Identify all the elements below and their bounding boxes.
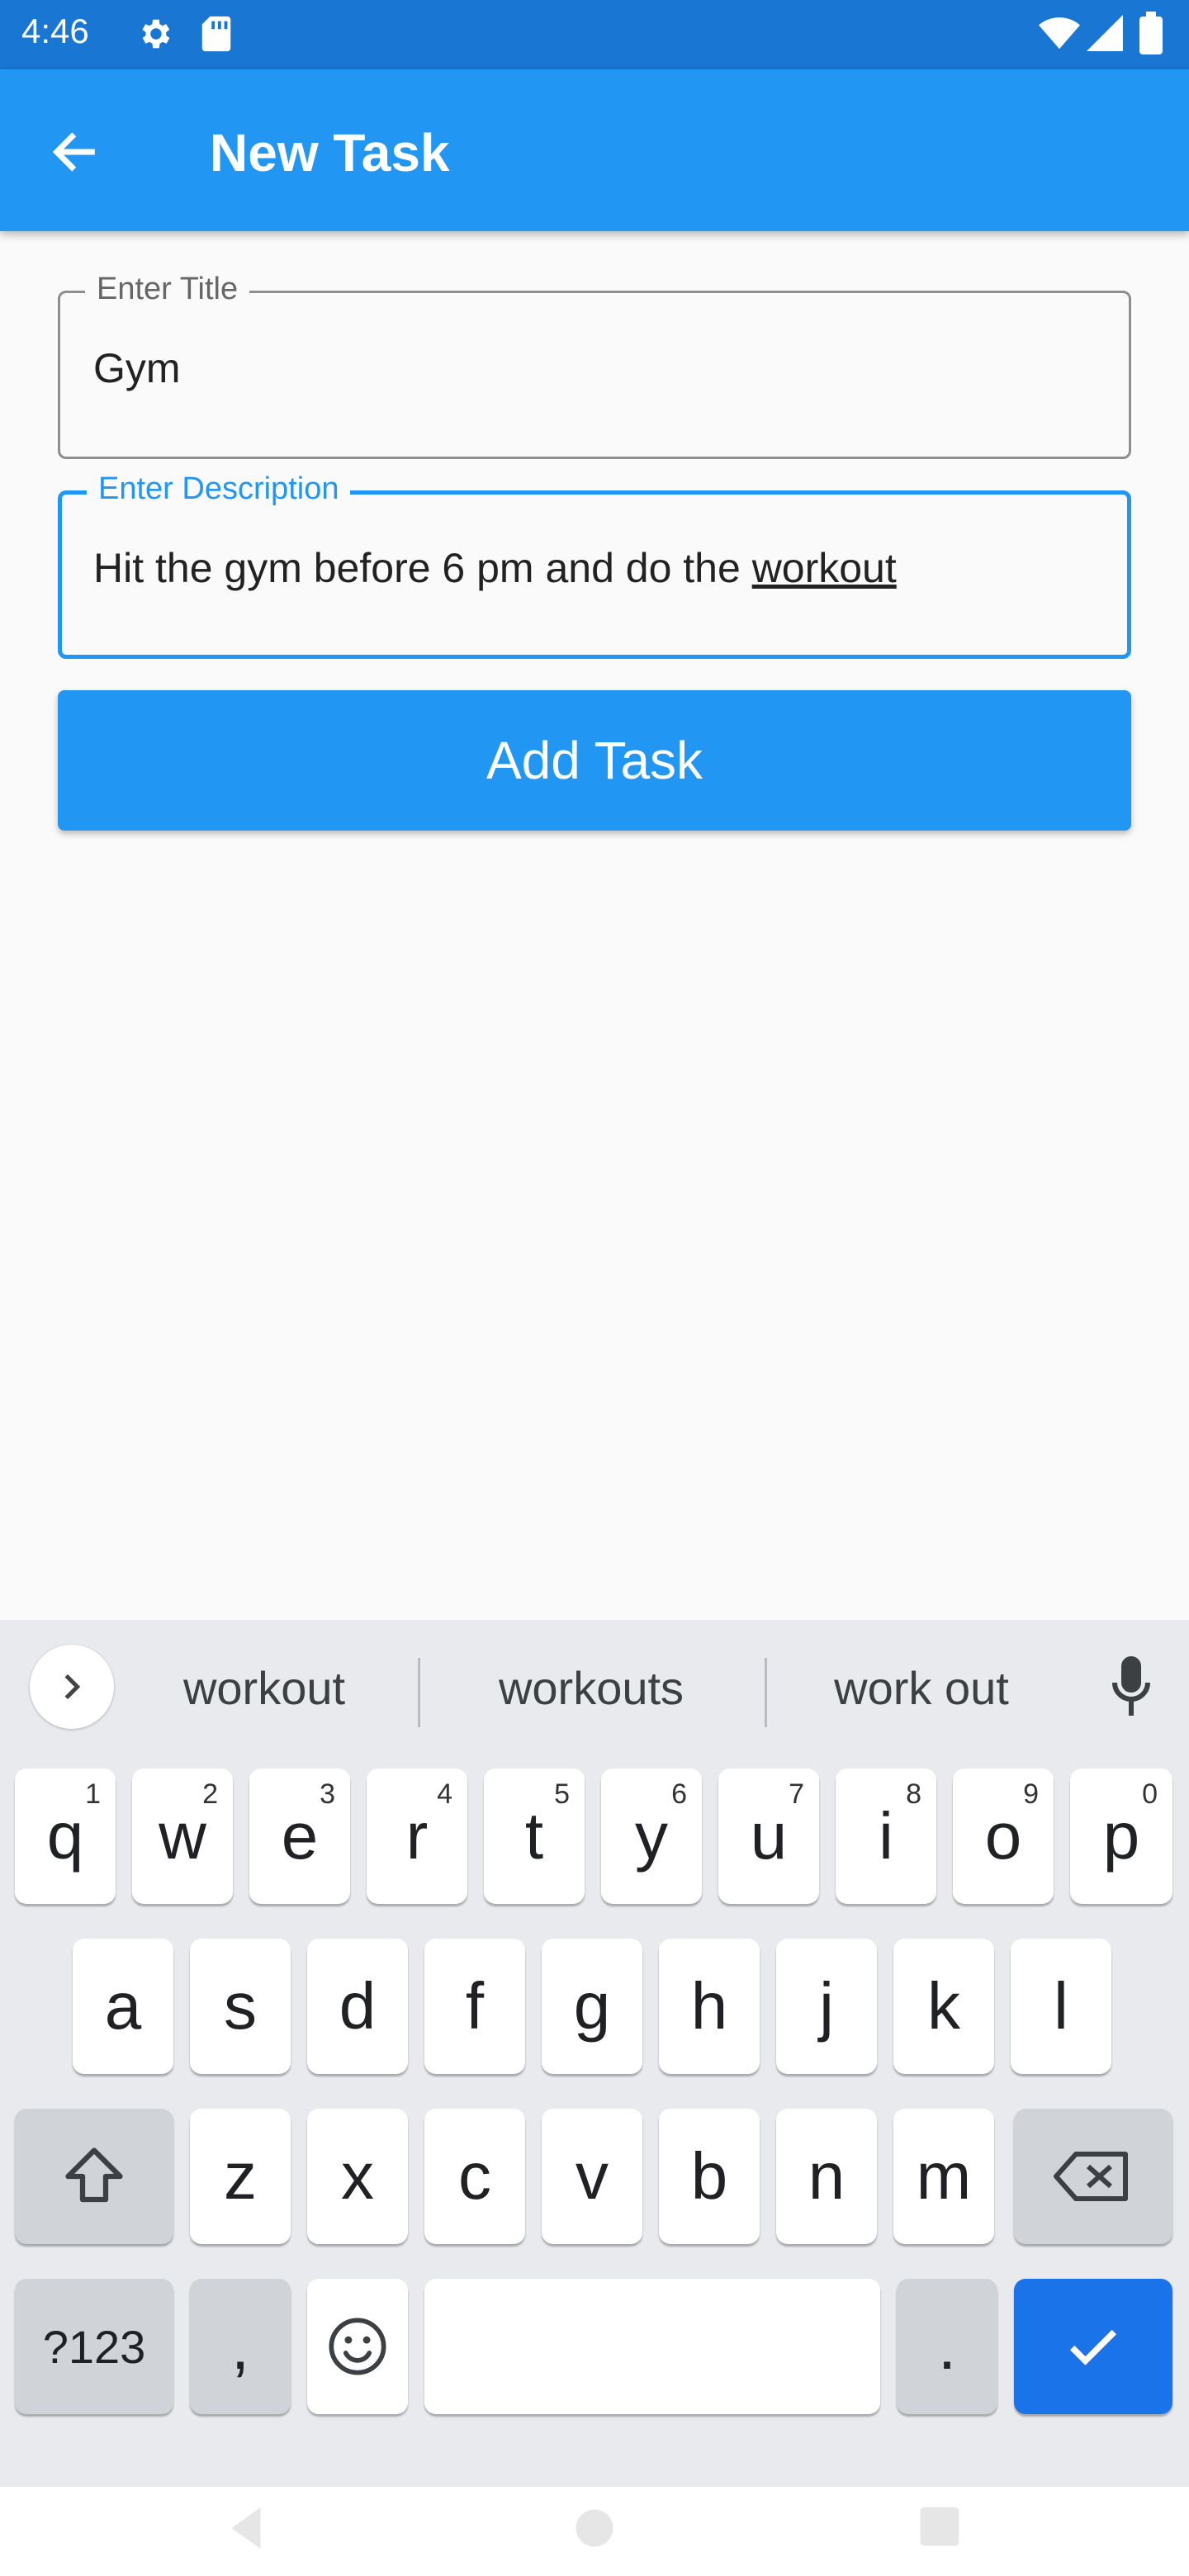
period-key[interactable]: . — [897, 2279, 997, 2414]
status-time: 4:46 — [21, 12, 89, 50]
key-hint: 5 — [554, 1778, 570, 1810]
key-s[interactable]: s — [190, 1939, 291, 2074]
suggestion-strip: workout workouts work out — [0, 1620, 1189, 1729]
key-label: e — [281, 1799, 319, 1873]
description-text: Hit the gym before 6 pm and do the — [93, 545, 752, 591]
signal-icon — [1087, 15, 1123, 51]
key-d[interactable]: d — [307, 1939, 408, 2074]
emoji-icon — [329, 2318, 386, 2375]
key-label: u — [750, 1799, 788, 1873]
expand-toolbar-button[interactable] — [30, 1645, 114, 1729]
shift-key[interactable] — [15, 2109, 173, 2244]
key-label: y — [635, 1799, 668, 1873]
key-m[interactable]: m — [893, 2109, 994, 2244]
suggestion-2[interactable]: workouts — [467, 1661, 715, 1715]
emoji-key[interactable] — [307, 2279, 408, 2414]
key-hint: 1 — [85, 1778, 101, 1810]
description-field[interactable]: Enter Description Hit the gym before 6 p… — [58, 471, 1131, 659]
nav-recents-icon[interactable] — [917, 2503, 963, 2550]
key-r[interactable]: r4 — [367, 1769, 467, 1904]
title-field[interactable]: Enter Title Gym — [58, 272, 1131, 459]
battery-icon — [1139, 12, 1163, 54]
sd-card-icon — [201, 16, 231, 52]
on-screen-keyboard: workout workouts work out q1 w2 e3 r4 t5… — [0, 1620, 1189, 2487]
key-j[interactable]: j — [776, 1939, 877, 2074]
microphone-icon[interactable] — [1110, 1653, 1153, 1719]
key-k[interactable]: k — [893, 1939, 994, 2074]
key-hint: 8 — [906, 1778, 921, 1810]
key-label: i — [879, 1799, 893, 1873]
key-l[interactable]: l — [1011, 1939, 1111, 2074]
page-title: New Task — [210, 123, 450, 182]
back-arrow-icon[interactable] — [48, 125, 101, 178]
suggestion-divider — [418, 1658, 420, 1727]
chevron-right-icon — [64, 1674, 81, 1700]
settings-icon — [142, 19, 170, 49]
composing-word: workout — [751, 545, 897, 591]
nav-home-icon[interactable] — [570, 2503, 619, 2553]
key-q[interactable]: q1 — [15, 1769, 116, 1904]
key-u[interactable]: u7 — [718, 1769, 819, 1904]
key-e[interactable]: e3 — [249, 1769, 350, 1904]
app-bar: New Task — [0, 69, 1189, 231]
status-bar: 4:46 — [0, 0, 1189, 69]
suggestion-1[interactable]: workout — [140, 1661, 388, 1715]
key-g[interactable]: g — [542, 1939, 642, 2074]
key-hint: 6 — [671, 1778, 687, 1810]
check-icon — [1069, 2329, 1117, 2365]
key-hint: 7 — [789, 1778, 804, 1810]
key-label: r — [405, 1799, 429, 1873]
key-o[interactable]: o9 — [953, 1769, 1054, 1904]
key-hint: 9 — [1023, 1778, 1039, 1810]
key-label: p — [1102, 1799, 1140, 1873]
key-label: q — [46, 1799, 84, 1873]
key-f[interactable]: f — [424, 1939, 525, 2074]
key-label: o — [984, 1799, 1022, 1873]
description-field-value: Hit the gym before 6 pm and do the worko… — [93, 544, 897, 592]
symbols-key[interactable]: ?123 — [15, 2279, 173, 2414]
key-b[interactable]: b — [659, 2109, 760, 2244]
description-field-label: Enter Description — [87, 471, 351, 507]
key-i[interactable]: i8 — [836, 1769, 936, 1904]
key-label: w — [159, 1799, 206, 1873]
title-field-value: Gym — [93, 345, 181, 391]
key-hint: 3 — [320, 1778, 335, 1810]
suggestion-divider — [765, 1658, 767, 1727]
key-label: t — [524, 1799, 544, 1873]
title-field-label: Enter Title — [85, 272, 250, 307]
key-n[interactable]: n — [776, 2109, 877, 2244]
key-hint: 4 — [437, 1778, 452, 1810]
system-nav-bar — [0, 2487, 1189, 2576]
key-v[interactable]: v — [542, 2109, 642, 2244]
done-key[interactable] — [1014, 2279, 1172, 2414]
key-z[interactable]: z — [190, 2109, 291, 2244]
backspace-icon — [1054, 2152, 1128, 2201]
comma-key[interactable]: , — [190, 2279, 291, 2414]
key-p[interactable]: p0 — [1070, 1769, 1172, 1904]
suggestion-3[interactable]: work out — [798, 1661, 1045, 1715]
wifi-icon — [1039, 17, 1080, 50]
nav-back-icon[interactable] — [221, 2503, 271, 2553]
add-task-button[interactable]: Add Task — [58, 690, 1131, 831]
key-c[interactable]: c — [424, 2109, 525, 2244]
key-w[interactable]: w2 — [132, 1769, 233, 1904]
space-key[interactable] — [424, 2279, 880, 2414]
key-hint: 2 — [202, 1778, 218, 1810]
shift-icon — [65, 2147, 123, 2203]
key-a[interactable]: a — [73, 1939, 173, 2074]
backspace-key[interactable] — [1014, 2109, 1172, 2244]
key-hint: 0 — [1142, 1778, 1158, 1810]
key-x[interactable]: x — [307, 2109, 408, 2244]
key-h[interactable]: h — [659, 1939, 760, 2074]
key-t[interactable]: t5 — [484, 1769, 585, 1904]
key-y[interactable]: y6 — [601, 1769, 702, 1904]
